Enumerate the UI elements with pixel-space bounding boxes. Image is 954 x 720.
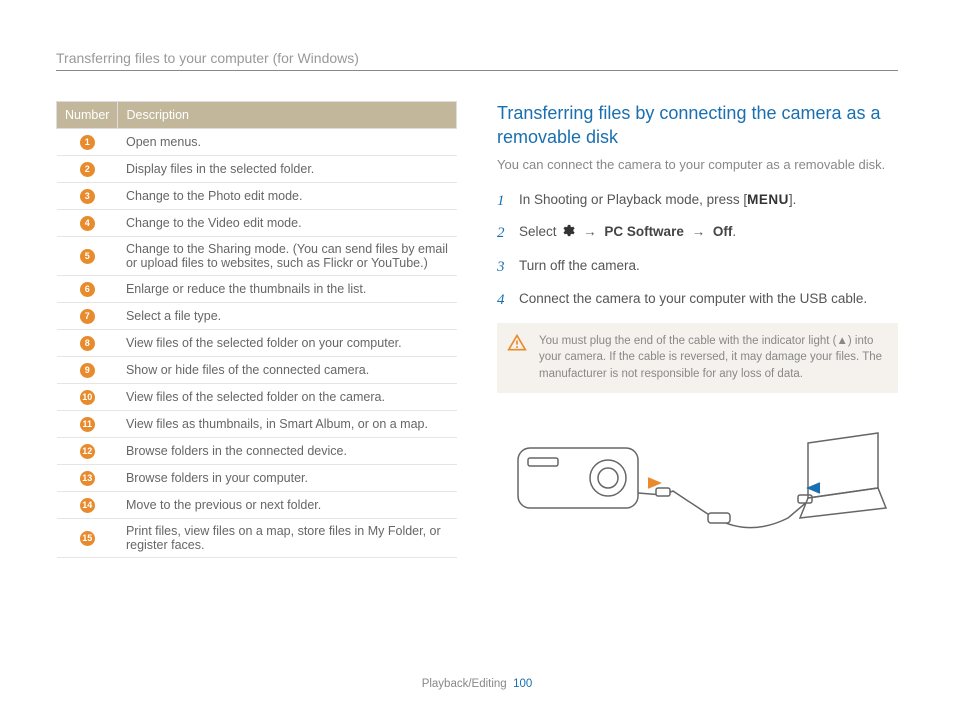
step-3: Turn off the camera. [497, 256, 898, 276]
row-description-cell: Browse folders in the connected device. [118, 438, 457, 465]
row-number-cell: 11 [57, 411, 118, 438]
steps-list: In Shooting or Playback mode, press [MEN… [497, 190, 898, 309]
warning-icon [507, 333, 527, 359]
step1-post: ]. [789, 192, 797, 207]
number-bullet: 9 [80, 363, 95, 378]
arrow-2: → [688, 224, 710, 239]
table-row: 15 Print files, view files on a map, stor… [57, 519, 457, 558]
page-footer: Playback/Editing 100 [0, 678, 954, 690]
step-2: Select → PC Software → Off. [497, 222, 898, 244]
row-description-cell: Display files in the selected folder. [118, 156, 457, 183]
row-description-cell: View files of the selected folder on you… [118, 330, 457, 357]
menu-button-label: MENU [747, 192, 789, 207]
row-description-cell: Move to the previous or next folder. [118, 492, 457, 519]
row-description-cell: View files as thumbnails, in Smart Album… [118, 411, 457, 438]
row-number-cell: 5 [57, 237, 118, 276]
left-column: Number Description 1 Open menus. 2 Display … [56, 101, 457, 566]
row-number-cell: 14 [57, 492, 118, 519]
number-bullet: 13 [80, 471, 95, 486]
number-bullet: 1 [80, 135, 95, 150]
col-header-number: Number [57, 102, 118, 129]
row-number-cell: 4 [57, 210, 118, 237]
table-row: 8 View files of the selected folder on yo… [57, 330, 457, 357]
number-bullet: 11 [80, 417, 95, 432]
off-label: Off [713, 224, 733, 239]
content-columns: Number Description 1 Open menus. 2 Display … [56, 101, 898, 566]
number-bullet: 12 [80, 444, 95, 459]
warning-callout: You must plug the end of the cable with … [497, 323, 898, 393]
footer-section: Playback/Editing [422, 678, 507, 690]
row-number-cell: 2 [57, 156, 118, 183]
table-row: 9 Show or hide files of the connected cam… [57, 357, 457, 384]
footer-page-number: 100 [513, 678, 532, 690]
table-row: 13 Browse folders in your computer. [57, 465, 457, 492]
table-row: 11 View files as thumbnails, in Smart Alb… [57, 411, 457, 438]
pc-software-label: PC Software [604, 224, 684, 239]
warning-text: You must plug the end of the cable with … [539, 335, 882, 380]
row-description-cell: Print files, view files on a map, store … [118, 519, 457, 558]
row-description-cell: View files of the selected folder on the… [118, 384, 457, 411]
step1-pre: In Shooting or Playback mode, press [ [519, 192, 747, 207]
connection-illustration [497, 413, 898, 566]
number-bullet: 3 [80, 189, 95, 204]
table-row: 14 Move to the previous or next folder. [57, 492, 457, 519]
number-bullet: 14 [80, 498, 95, 513]
step-4: Connect the camera to your computer with… [497, 289, 898, 309]
table-row: 5 Change to the Sharing mode. (You can se… [57, 237, 457, 276]
row-number-cell: 7 [57, 303, 118, 330]
reference-table: Number Description 1 Open menus. 2 Display … [56, 101, 457, 558]
arrow-1: → [579, 224, 601, 239]
step2-select: Select [519, 224, 560, 239]
table-row: 10 View files of the selected folder on t… [57, 384, 457, 411]
row-description-cell: Open menus. [118, 129, 457, 156]
row-number-cell: 12 [57, 438, 118, 465]
section-lead: You can connect the camera to your compu… [497, 156, 898, 174]
row-number-cell: 1 [57, 129, 118, 156]
row-description-cell: Change to the Photo edit mode. [118, 183, 457, 210]
row-number-cell: 15 [57, 519, 118, 558]
row-description-cell: Browse folders in your computer. [118, 465, 457, 492]
number-bullet: 7 [80, 309, 95, 324]
row-description-cell: Enlarge or reduce the thumbnails in the … [118, 276, 457, 303]
table-row: 6 Enlarge or reduce the thumbnails in the… [57, 276, 457, 303]
number-bullet: 5 [80, 249, 95, 264]
table-row: 4 Change to the Video edit mode. [57, 210, 457, 237]
step-1: In Shooting or Playback mode, press [MEN… [497, 190, 898, 210]
page-header: Transferring files to your computer (for… [56, 50, 898, 71]
row-description-cell: Change to the Video edit mode. [118, 210, 457, 237]
step2-dot: . [732, 224, 736, 239]
number-bullet: 4 [80, 216, 95, 231]
row-number-cell: 8 [57, 330, 118, 357]
gear-icon [560, 223, 575, 244]
table-row: 1 Open menus. [57, 129, 457, 156]
number-bullet: 2 [80, 162, 95, 177]
row-number-cell: 6 [57, 276, 118, 303]
row-number-cell: 3 [57, 183, 118, 210]
page-header-title: Transferring files to your computer (for… [56, 50, 898, 66]
row-description-cell: Select a file type. [118, 303, 457, 330]
table-row: 12 Browse folders in the connected device… [57, 438, 457, 465]
table-row: 7 Select a file type. [57, 303, 457, 330]
number-bullet: 8 [80, 336, 95, 351]
row-number-cell: 9 [57, 357, 118, 384]
number-bullet: 10 [80, 390, 95, 405]
number-bullet: 15 [80, 531, 95, 546]
right-column: Transferring files by connecting the cam… [497, 101, 898, 566]
section-title: Transferring files by connecting the cam… [497, 101, 898, 150]
table-row: 3 Change to the Photo edit mode. [57, 183, 457, 210]
number-bullet: 6 [80, 282, 95, 297]
row-number-cell: 10 [57, 384, 118, 411]
row-description-cell: Change to the Sharing mode. (You can sen… [118, 237, 457, 276]
col-header-description: Description [118, 102, 457, 129]
row-description-cell: Show or hide files of the connected came… [118, 357, 457, 384]
row-number-cell: 13 [57, 465, 118, 492]
table-row: 2 Display files in the selected folder. [57, 156, 457, 183]
